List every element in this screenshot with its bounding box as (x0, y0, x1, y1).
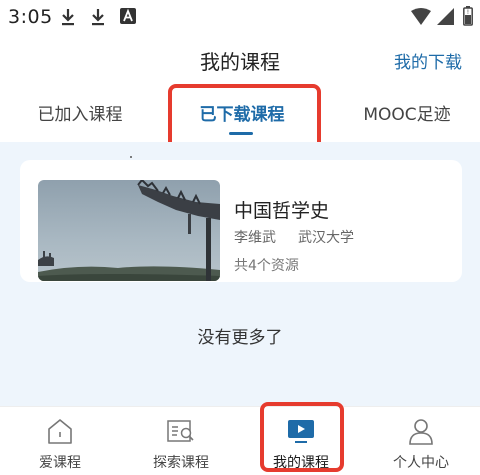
wifi-icon (411, 8, 431, 25)
downloaded-course-list: 中国哲学史 李维武 武汉大学 共4个资源 没有更多了 (0, 142, 480, 406)
home-icon (48, 419, 72, 444)
status-time: 3:05 (8, 6, 53, 28)
download-icon (92, 9, 104, 26)
nav-item-profile[interactable]: 个人中心 (366, 407, 476, 475)
course-card[interactable]: 中国哲学史 李维武 武汉大学 共4个资源 (20, 160, 462, 282)
person-icon (409, 419, 433, 445)
cell-signal-icon (437, 8, 454, 25)
no-more-text: 没有更多了 (197, 328, 283, 348)
nav-label-home: 爱课程 (39, 455, 81, 471)
explore-icon (167, 420, 194, 442)
svg-text:!: ! (467, 9, 469, 16)
course-school: 武汉大学 (298, 230, 354, 246)
course-resource-count: 共4个资源 (234, 258, 299, 274)
highlight-box-tab (168, 84, 321, 150)
font-a-icon (120, 8, 136, 24)
app-header: 我的课程 我的下载 (0, 34, 480, 88)
course-teacher: 李维武 (234, 230, 276, 246)
download-icon (62, 9, 74, 26)
nav-item-explore[interactable]: 探索课程 (126, 407, 236, 475)
course-thumbnail (38, 180, 220, 281)
tiny-dot (130, 156, 132, 158)
tab-mooc-history[interactable]: MOOC足迹 (346, 88, 468, 142)
nav-item-home[interactable]: 爱课程 (5, 407, 115, 475)
pavilion-roof-photo (38, 180, 220, 281)
battery-icon: ! (463, 6, 473, 26)
course-title: 中国哲学史 (234, 200, 330, 222)
status-bar: 3:05 ! (0, 0, 480, 34)
bottom-nav: 爱课程 探索课程 我的课程 个人中心 (0, 406, 480, 475)
highlight-box-nav (260, 402, 344, 472)
tab-joined-courses[interactable]: 已加入课程 (20, 88, 140, 142)
nav-label-explore: 探索课程 (153, 455, 209, 471)
nav-label-profile: 个人中心 (393, 455, 449, 471)
my-download-link[interactable]: 我的下载 (394, 48, 462, 73)
